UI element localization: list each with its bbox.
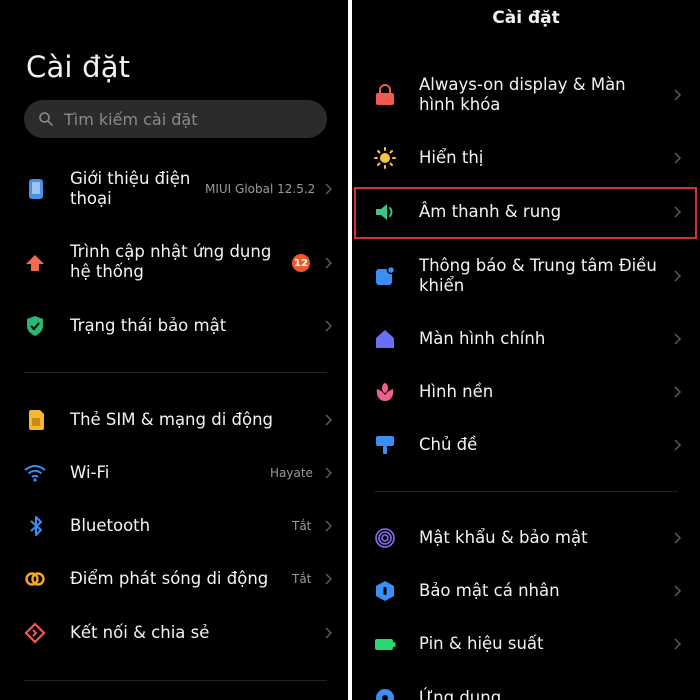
settings-item-always-on-lock-screen[interactable]: Always-on display & Màn hình khóa (352, 72, 700, 122)
chevron-right-icon (674, 89, 682, 101)
search-placeholder: Tìm kiếm cài đặt (64, 109, 198, 129)
settings-item-label: Thẻ SIM & mạng di động (70, 410, 274, 429)
settings-item-bluetooth[interactable]: Bluetooth Tắt (0, 506, 348, 546)
settings-item-apps[interactable]: Ứng dụng (352, 678, 700, 700)
chevron-right-icon (674, 585, 682, 597)
shield-check-icon (24, 315, 46, 337)
settings-item-label: Always-on display & Màn hình khóa (419, 75, 626, 114)
flower-icon (374, 381, 396, 403)
settings-item-connection-sharing[interactable]: Kết nối & chia sẻ (0, 613, 348, 653)
chevron-right-icon (325, 627, 333, 639)
phone-icon (25, 178, 47, 200)
chevron-right-icon (674, 152, 682, 164)
notification-icon (374, 265, 396, 287)
privacy-icon (374, 580, 396, 602)
share-icon (24, 622, 46, 644)
chevron-right-icon (325, 257, 333, 269)
settings-main-screen: Cài đặt Tìm kiếm cài đặt Giới thiệu điện… (0, 0, 348, 700)
wifi-icon (24, 462, 46, 484)
settings-item-label: Pin & hiệu suất (419, 634, 544, 653)
lock-icon (374, 84, 396, 106)
settings-item-value: MIUI Global 12.5.2 (205, 182, 316, 196)
settings-item-label: Giới thiệu điện thoại (70, 169, 191, 208)
section-divider (24, 680, 327, 681)
chevron-right-icon (325, 183, 333, 195)
settings-item-sim-mobile-network[interactable]: Thẻ SIM & mạng di động (0, 400, 348, 440)
settings-item-wifi[interactable]: Wi-Fi Hayate (0, 453, 348, 493)
settings-item-label: Hình nền (419, 382, 494, 401)
settings-item-label: Mật khẩu & bảo mật (419, 528, 588, 547)
settings-item-wallpaper[interactable]: Hình nền (352, 372, 700, 412)
section-divider (374, 491, 678, 492)
settings-item-security-status[interactable]: Trạng thái bảo mật (0, 306, 348, 346)
settings-item-label: Kết nối & chia sẻ (70, 623, 210, 642)
settings-item-label: Ứng dụng (419, 688, 502, 700)
update-count-badge: 12 (292, 254, 310, 272)
settings-item-label: Chủ đề (419, 435, 478, 454)
section-divider (24, 372, 327, 373)
settings-item-label: Thông báo & Trung tâm Điều khiển (419, 256, 657, 295)
bluetooth-icon (25, 515, 47, 537)
search-input[interactable]: Tìm kiếm cài đặt (24, 100, 327, 138)
settings-scrolled-screen: Cài đặt Always-on display & Màn hình khó… (352, 0, 700, 700)
settings-item-notifications-control-center[interactable]: Thông báo & Trung tâm Điều khiển (352, 253, 700, 303)
page-title: Cài đặt (26, 50, 131, 84)
search-icon (39, 112, 53, 126)
settings-item-label: Hiển thị (419, 148, 484, 167)
chevron-right-icon (325, 573, 333, 585)
settings-item-themes[interactable]: Chủ đề (352, 425, 700, 465)
settings-item-system-app-updater[interactable]: Trình cập nhật ứng dụng hệ thống 12 (0, 238, 348, 288)
update-arrow-icon (24, 252, 46, 274)
highlight-box (354, 187, 697, 239)
chevron-right-icon (674, 333, 682, 345)
settings-item-passwords-security[interactable]: Mật khẩu & bảo mật (352, 518, 700, 558)
settings-item-about-phone[interactable]: Giới thiệu điện thoại MIUI Global 12.5.2 (0, 165, 348, 215)
settings-item-label: Trạng thái bảo mật (70, 316, 227, 335)
battery-icon (374, 633, 396, 655)
settings-item-display[interactable]: Hiển thị (352, 138, 700, 178)
hotspot-icon (24, 568, 46, 590)
fingerprint-icon (374, 527, 396, 549)
chevron-right-icon (674, 439, 682, 451)
brush-icon (374, 434, 396, 456)
settings-item-label: Màn hình chính (419, 329, 546, 348)
chevron-right-icon (674, 638, 682, 650)
settings-item-label: Wi-Fi (70, 463, 110, 482)
settings-item-label: Trình cập nhật ứng dụng hệ thống (70, 242, 272, 281)
chevron-right-icon (674, 532, 682, 544)
sun-icon (374, 147, 396, 169)
chevron-right-icon (674, 386, 682, 398)
chevron-right-icon (325, 467, 333, 479)
settings-item-home-screen[interactable]: Màn hình chính (352, 319, 700, 359)
apps-icon (374, 687, 396, 700)
page-title: Cài đặt (492, 8, 560, 28)
settings-item-value: Tắt (292, 519, 312, 533)
settings-item-value: Tắt (292, 572, 312, 586)
settings-item-label: Điểm phát sóng di động (70, 569, 269, 588)
chevron-right-icon (325, 414, 333, 426)
home-icon (374, 328, 396, 350)
sim-icon (25, 409, 47, 431)
chevron-right-icon (325, 320, 333, 332)
settings-item-label: Bảo mật cá nhân (419, 581, 560, 600)
settings-item-label: Bluetooth (70, 516, 151, 535)
chevron-right-icon (325, 520, 333, 532)
settings-item-privacy-protection[interactable]: Bảo mật cá nhân (352, 571, 700, 611)
settings-item-battery-performance[interactable]: Pin & hiệu suất (352, 624, 700, 664)
settings-item-value: Hayate (270, 466, 313, 480)
chevron-right-icon (674, 270, 682, 282)
settings-item-mobile-hotspot[interactable]: Điểm phát sóng di động Tắt (0, 559, 348, 599)
